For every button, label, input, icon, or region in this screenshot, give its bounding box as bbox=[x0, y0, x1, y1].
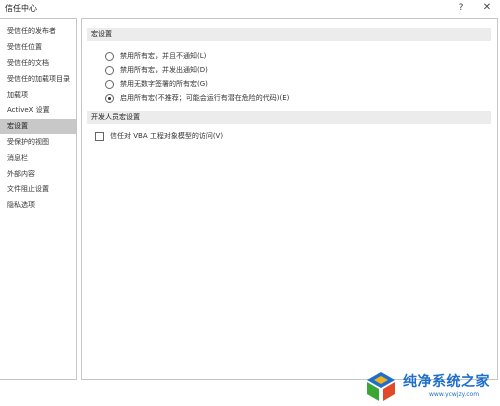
macro-settings-header: 宏设置 bbox=[87, 28, 491, 41]
sidebar-item-external-content[interactable]: 外部内容 bbox=[0, 167, 76, 182]
sidebar-item-addins[interactable]: 加载项 bbox=[0, 88, 76, 103]
radio-button-selected[interactable] bbox=[105, 94, 114, 103]
option-label: 禁用所有宏，并且不通知(L) bbox=[120, 52, 207, 60]
settings-panel: 宏设置 禁用所有宏，并且不通知(L) 禁用所有宏，并发出通知(D) 禁用无数字签… bbox=[81, 18, 498, 380]
help-button[interactable]: ? bbox=[453, 1, 469, 15]
watermark-title: 纯净系统之家 bbox=[403, 374, 490, 390]
sidebar-item-message-bar[interactable]: 消息栏 bbox=[0, 151, 76, 166]
sidebar-nav: 受信任的发布者 受信任位置 受信任的文档 受信任的加载项目录 加载项 Activ… bbox=[0, 18, 77, 380]
title-bar: 信任中心 ? ✕ bbox=[0, 0, 500, 17]
watermark-url: www.ycwjzy.com bbox=[429, 391, 480, 398]
sidebar-item-trusted-addin-catalogs[interactable]: 受信任的加载项目录 bbox=[0, 72, 76, 87]
sidebar-item-macro-settings[interactable]: 宏设置 bbox=[0, 119, 76, 134]
option-label: 禁用所有宏，并发出通知(D) bbox=[120, 66, 208, 74]
option-label: 启用所有宏(不推荐；可能会运行有潜在危险的代码)(E) bbox=[120, 94, 290, 102]
trust-vba-label: 信任对 VBA 工程对象模型的访问(V) bbox=[110, 132, 224, 140]
option-label: 禁用无数字签署的所有宏(G) bbox=[120, 80, 208, 88]
window-title: 信任中心 bbox=[5, 4, 37, 13]
sidebar-item-privacy[interactable]: 隐私选项 bbox=[0, 198, 76, 213]
site-logo bbox=[367, 372, 395, 401]
sidebar-item-activex[interactable]: ActiveX 设置 bbox=[0, 103, 76, 118]
sidebar-item-trusted-documents[interactable]: 受信任的文档 bbox=[0, 56, 76, 71]
close-button[interactable]: ✕ bbox=[479, 1, 495, 15]
sidebar-item-trusted-publishers[interactable]: 受信任的发布者 bbox=[0, 24, 76, 39]
sidebar-item-protected-view[interactable]: 受保护的视图 bbox=[0, 135, 76, 150]
radio-button[interactable] bbox=[105, 66, 114, 75]
trust-vba-checkbox[interactable] bbox=[95, 132, 104, 141]
radio-button[interactable] bbox=[105, 80, 114, 89]
radio-button[interactable] bbox=[105, 52, 114, 61]
sidebar-item-trusted-locations[interactable]: 受信任位置 bbox=[0, 40, 76, 55]
sidebar-item-file-block[interactable]: 文件阻止设置 bbox=[0, 182, 76, 197]
developer-settings-header: 开发人员宏设置 bbox=[87, 111, 491, 124]
radio-selected-dot bbox=[108, 97, 111, 100]
